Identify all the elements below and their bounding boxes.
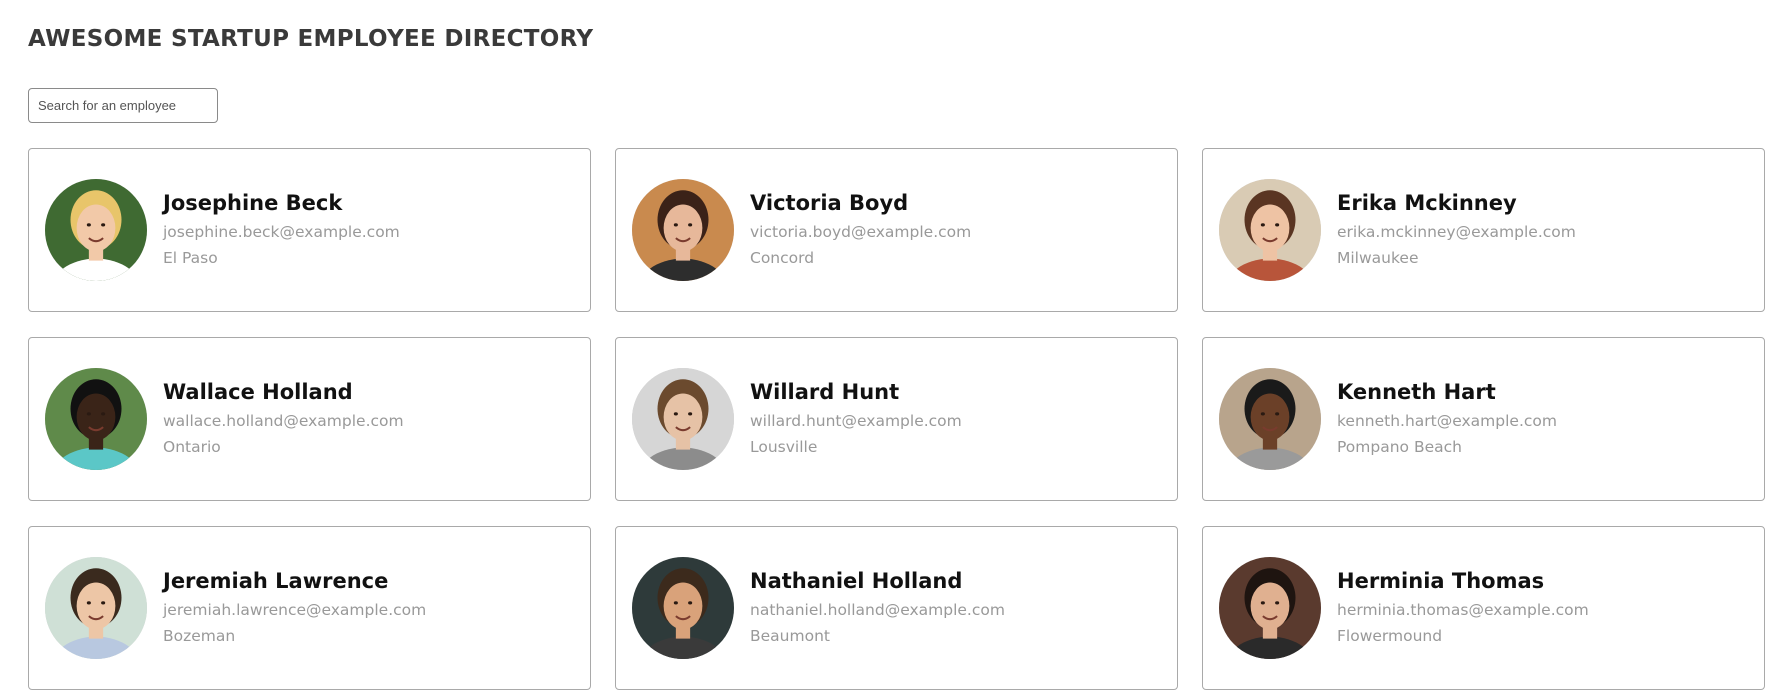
employee-info: Josephine Beck josephine.beck@example.co… bbox=[163, 191, 400, 267]
employee-city: Concord bbox=[750, 249, 815, 267]
employee-card[interactable]: Josephine Beck josephine.beck@example.co… bbox=[28, 148, 591, 312]
employee-email: victoria.boyd@example.com bbox=[750, 223, 972, 241]
employee-card[interactable]: Erika Mckinney erika.mckinney@example.co… bbox=[1202, 148, 1765, 312]
employee-card[interactable]: Kenneth Hart kenneth.hart@example.com Po… bbox=[1202, 337, 1765, 501]
employee-email: herminia.thomas@example.com bbox=[1337, 601, 1589, 619]
employee-name: Herminia Thomas bbox=[1337, 569, 1545, 593]
avatar bbox=[1219, 179, 1321, 281]
employee-name: Nathaniel Holland bbox=[750, 569, 963, 593]
employee-city: Milwaukee bbox=[1337, 249, 1419, 267]
employee-city: Flowermound bbox=[1337, 627, 1443, 645]
employee-name: Wallace Holland bbox=[163, 380, 353, 404]
employee-city: Pompano Beach bbox=[1337, 438, 1462, 456]
employee-info: Erika Mckinney erika.mckinney@example.co… bbox=[1337, 191, 1576, 267]
employee-email: erika.mckinney@example.com bbox=[1337, 223, 1576, 241]
employee-name: Erika Mckinney bbox=[1337, 191, 1517, 215]
employee-card[interactable]: Jeremiah Lawrence jeremiah.lawrence@exam… bbox=[28, 526, 591, 690]
employee-card[interactable]: Willard Hunt willard.hunt@example.com Lo… bbox=[615, 337, 1178, 501]
avatar-photo bbox=[45, 179, 147, 281]
employee-card[interactable]: Victoria Boyd victoria.boyd@example.com … bbox=[615, 148, 1178, 312]
employee-email: willard.hunt@example.com bbox=[750, 412, 962, 430]
avatar-photo bbox=[1219, 557, 1321, 659]
employee-info: Nathaniel Holland nathaniel.holland@exam… bbox=[750, 569, 1005, 645]
employee-info: Victoria Boyd victoria.boyd@example.com … bbox=[750, 191, 971, 267]
employee-info: Jeremiah Lawrence jeremiah.lawrence@exam… bbox=[163, 569, 426, 645]
employee-name: Jeremiah Lawrence bbox=[163, 569, 389, 593]
avatar bbox=[45, 557, 147, 659]
search-input[interactable] bbox=[28, 88, 218, 123]
employee-email: nathaniel.holland@example.com bbox=[750, 601, 1005, 619]
avatar bbox=[45, 368, 147, 470]
avatar bbox=[632, 179, 734, 281]
avatar bbox=[45, 179, 147, 281]
avatar-photo bbox=[1219, 368, 1321, 470]
employee-card[interactable]: Nathaniel Holland nathaniel.holland@exam… bbox=[615, 526, 1178, 690]
employee-name: Josephine Beck bbox=[163, 191, 343, 215]
employee-email: wallace.holland@example.com bbox=[163, 412, 404, 430]
avatar bbox=[1219, 557, 1321, 659]
employee-city: Ontario bbox=[163, 438, 221, 456]
avatar-photo bbox=[632, 368, 734, 470]
avatar bbox=[632, 557, 734, 659]
avatar-photo bbox=[632, 179, 734, 281]
employee-info: Kenneth Hart kenneth.hart@example.com Po… bbox=[1337, 380, 1557, 456]
employee-card[interactable]: Wallace Holland wallace.holland@example.… bbox=[28, 337, 591, 501]
employee-name: Victoria Boyd bbox=[750, 191, 909, 215]
employee-grid: Josephine Beck josephine.beck@example.co… bbox=[28, 148, 1765, 690]
avatar-photo bbox=[45, 368, 147, 470]
employee-city: Lousville bbox=[750, 438, 818, 456]
employee-email: jeremiah.lawrence@example.com bbox=[163, 601, 427, 619]
employee-city: El Paso bbox=[163, 249, 218, 267]
employee-email: kenneth.hart@example.com bbox=[1337, 412, 1557, 430]
employee-info: Wallace Holland wallace.holland@example.… bbox=[163, 380, 404, 456]
employee-name: Kenneth Hart bbox=[1337, 380, 1496, 404]
employee-city: Beaumont bbox=[750, 627, 830, 645]
page-title: AWESOME STARTUP EMPLOYEE DIRECTORY bbox=[28, 26, 594, 52]
avatar-photo bbox=[632, 557, 734, 659]
avatar-photo bbox=[1219, 179, 1321, 281]
avatar bbox=[632, 368, 734, 470]
employee-info: Herminia Thomas herminia.thomas@example.… bbox=[1337, 569, 1589, 645]
employee-name: Willard Hunt bbox=[750, 380, 900, 404]
employee-email: josephine.beck@example.com bbox=[163, 223, 400, 241]
avatar bbox=[1219, 368, 1321, 470]
employee-card[interactable]: Herminia Thomas herminia.thomas@example.… bbox=[1202, 526, 1765, 690]
employee-city: Bozeman bbox=[163, 627, 236, 645]
avatar-photo bbox=[45, 557, 147, 659]
employee-info: Willard Hunt willard.hunt@example.com Lo… bbox=[750, 380, 962, 456]
